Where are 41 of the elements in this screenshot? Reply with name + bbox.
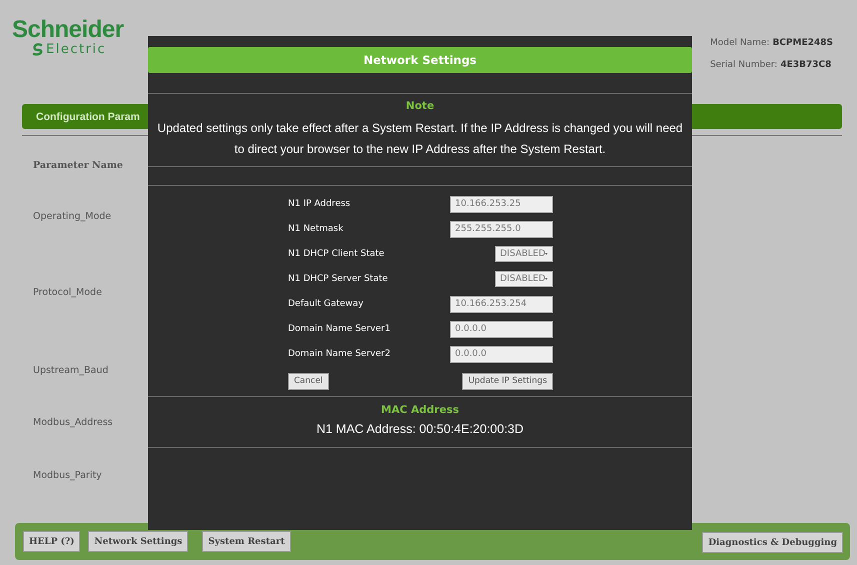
section-title: Configuration Param <box>36 110 140 122</box>
field-label: Domain Name Server2 <box>288 349 390 359</box>
text-field[interactable]: 0.0.0.0 <box>450 320 553 338</box>
caret-icon <box>545 252 548 256</box>
text-field[interactable]: 10.166.253.254 <box>450 296 553 312</box>
field-label: Default Gateway <box>288 299 364 309</box>
diagnostics-button[interactable]: Diagnostics & Debugging <box>702 532 843 554</box>
field-label: N1 DHCP Server State <box>288 274 388 284</box>
note-heading: Note <box>406 100 434 112</box>
note-text: Updated settings only take effect after a System Restart. If the IP Address is changed you will need to direct your browser to the new IP Address after the System Restart. <box>156 120 684 158</box>
field-label: N1 IP Address <box>288 199 350 209</box>
update-button[interactable]: Update IP Settings <box>462 372 553 390</box>
footer-button[interactable]: Network Settings <box>88 531 188 552</box>
field-label: N1 Netmask <box>288 224 344 234</box>
parameter-name: Protocol_Mode <box>33 286 102 298</box>
logo-subtitle: Electric <box>46 42 106 57</box>
text-field[interactable]: 10.166.253.25 <box>450 196 553 212</box>
field-label: Domain Name Server1 <box>288 324 390 334</box>
footer-button[interactable]: System Restart <box>202 531 291 552</box>
parameter-name: Operating_Mode <box>33 210 112 222</box>
parameter-name: Modbus_Parity <box>33 470 102 480</box>
footer-button[interactable]: HELP (?) <box>23 531 80 552</box>
logo-mark-icon <box>32 43 45 56</box>
info-label: Serial Number: <box>710 60 778 70</box>
parameter-name: Modbus_Address <box>33 416 113 428</box>
mac-address-text: N1 MAC Address: 00:50:4E:20:00:3D <box>316 422 524 436</box>
mac-heading: MAC Address <box>381 404 459 416</box>
field-label: N1 DHCP Client State <box>288 249 384 259</box>
column-header: Parameter Name <box>33 160 123 171</box>
dropdown[interactable]: DISABLED <box>495 271 553 287</box>
info-value: BCPME248S <box>772 38 833 48</box>
dialog-title-bar: Network Settings <box>148 47 692 73</box>
info-value: 4E3B73C8 <box>780 60 832 70</box>
text-field[interactable]: 0.0.0.0 <box>450 346 553 362</box>
text-field[interactable]: 255.255.255.0 <box>450 220 553 238</box>
info-label: Model Name: <box>710 38 770 48</box>
caret-icon <box>545 277 548 281</box>
dropdown[interactable]: DISABLED <box>495 246 553 262</box>
parameter-name: Upstream_Baud <box>33 364 108 376</box>
logo-wordmark: Schneider <box>12 18 124 42</box>
cancel-button[interactable]: Cancel <box>288 372 329 390</box>
